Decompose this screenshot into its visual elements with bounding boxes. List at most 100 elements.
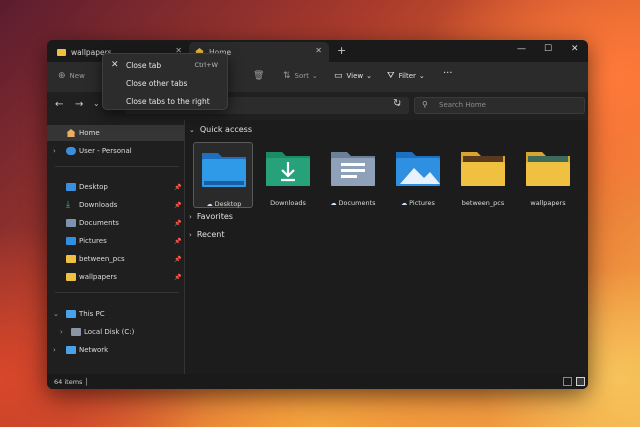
cloud-icon xyxy=(66,147,76,155)
close-icon[interactable]: ✕ xyxy=(315,46,322,55)
tile-label: between_pcs xyxy=(461,199,505,207)
tile-downloads[interactable]: Downloads xyxy=(258,142,318,208)
folder-icon xyxy=(461,152,505,186)
documents-folder-icon xyxy=(331,152,375,186)
chevron-right-icon[interactable]: › xyxy=(53,147,56,155)
new-button-label: New xyxy=(69,72,85,80)
tile-label: Pictures xyxy=(409,199,435,207)
search-placeholder: Search Home xyxy=(439,101,486,109)
sidebar-item-documents[interactable]: Documents 📌 xyxy=(47,215,184,231)
sidebar-item-wallpapers[interactable]: wallpapers 📌 xyxy=(47,269,184,285)
sidebar-item-downloads[interactable]: ⤓ Downloads 📌 xyxy=(47,197,184,213)
new-button[interactable]: ⊕ New xyxy=(58,71,85,81)
section-title: Favorites xyxy=(196,212,233,221)
sort-icon: ⇅ xyxy=(283,71,291,81)
more-icon: ··· xyxy=(443,68,453,79)
refresh-icon[interactable]: ↻ xyxy=(393,98,401,109)
close-icon[interactable]: ✕ xyxy=(571,44,579,54)
tiles-view-icon[interactable] xyxy=(576,377,585,386)
disk-icon xyxy=(71,328,81,336)
sort-button[interactable]: ⇅ Sort ⌄ xyxy=(283,71,318,81)
downloads-folder-icon xyxy=(266,152,310,186)
desktop-folder-icon xyxy=(66,183,76,191)
recent-header[interactable]: › Recent xyxy=(189,230,224,239)
tile-documents[interactable]: ☁ Documents xyxy=(323,142,383,208)
chevron-down-icon[interactable]: ⌄ xyxy=(53,310,59,318)
sidebar-item-between-pcs[interactable]: between_pcs 📌 xyxy=(47,251,184,267)
pin-icon[interactable]: 📌 xyxy=(174,274,181,281)
pin-icon[interactable]: 📌 xyxy=(174,184,181,191)
section-title: Recent xyxy=(196,230,225,239)
pin-icon[interactable]: 📌 xyxy=(174,202,181,209)
maximize-icon[interactable]: ☐ xyxy=(544,44,552,54)
item-count-text: 64 items xyxy=(54,378,83,386)
view-button[interactable]: ▭ View ⌄ xyxy=(334,71,372,81)
sidebar-item-label: User - Personal xyxy=(79,147,132,155)
tile-label: Desktop xyxy=(214,200,242,208)
sidebar-item-label: Downloads xyxy=(79,201,118,209)
pin-icon[interactable]: 📌 xyxy=(174,238,181,245)
chevron-right-icon[interactable]: › xyxy=(53,346,56,354)
sidebar-item-user-personal[interactable]: › User - Personal xyxy=(47,143,184,159)
cloud-icon: ☁ xyxy=(330,200,337,207)
menu-item-label: Close tabs to the right xyxy=(126,96,210,106)
tile-desktop[interactable]: ☁ Desktop xyxy=(193,142,253,208)
minimize-icon[interactable]: — xyxy=(517,44,526,54)
cloud-icon: ☁ xyxy=(401,200,408,207)
chevron-down-icon: ⌄ xyxy=(189,125,195,134)
sidebar-item-desktop[interactable]: Desktop 📌 xyxy=(47,179,184,195)
sidebar-item-local-disk[interactable]: › Local Disk (C:) xyxy=(47,324,184,340)
chevron-down-icon: ⌄ xyxy=(366,72,373,80)
chevron-down-icon: ⌄ xyxy=(311,72,318,80)
chevron-right-icon[interactable]: › xyxy=(60,328,63,336)
desktop-folder-icon xyxy=(202,153,246,187)
close-icon: ✕ xyxy=(111,60,119,70)
back-arrow-icon[interactable]: ← xyxy=(55,99,63,110)
tile-between-pcs[interactable]: between_pcs xyxy=(453,142,513,208)
recent-dropdown-icon[interactable]: ⌄ xyxy=(93,99,100,108)
sidebar-item-pictures[interactable]: Pictures 📌 xyxy=(47,233,184,249)
sidebar-item-label: Network xyxy=(79,346,109,354)
cloud-icon: ☁ xyxy=(206,201,213,208)
chevron-down-icon: ⌄ xyxy=(418,72,425,80)
filter-button[interactable]: ⛛ Filter ⌄ xyxy=(387,71,425,81)
pin-icon[interactable]: 📌 xyxy=(174,256,181,263)
item-count: 64 items │ xyxy=(54,378,89,386)
favorites-header[interactable]: › Favorites xyxy=(189,212,233,221)
quick-access-header[interactable]: ⌄ Quick access xyxy=(189,125,252,134)
details-view-icon[interactable] xyxy=(563,377,572,386)
more-button[interactable]: ··· xyxy=(443,68,453,79)
plus-icon[interactable]: + xyxy=(337,44,346,57)
menu-item-close-tabs-right[interactable]: Close tabs to the right xyxy=(103,92,227,110)
tile-pictures[interactable]: ☁ Pictures xyxy=(388,142,448,208)
folder-icon xyxy=(526,152,570,186)
sidebar-item-network[interactable]: › Network xyxy=(47,342,184,358)
search-icon: ⚲ xyxy=(422,100,428,109)
sidebar-item-label: Home xyxy=(79,129,100,137)
search-input[interactable]: ⚲ Search Home xyxy=(414,97,585,114)
delete-button[interactable]: 🗑 xyxy=(253,71,268,81)
plus-circle-icon: ⊕ xyxy=(58,71,66,81)
sidebar-item-label: Desktop xyxy=(79,183,108,191)
menu-item-close-tab[interactable]: ✕ Close tab Ctrl+W xyxy=(103,56,227,74)
menu-item-shortcut: Ctrl+W xyxy=(194,61,218,69)
folder-icon xyxy=(57,48,66,56)
sidebar-item-label: Local Disk (C:) xyxy=(84,328,135,336)
view-icon: ▭ xyxy=(334,71,343,81)
sidebar-item-this-pc[interactable]: ⌄ This PC xyxy=(47,306,184,322)
documents-icon xyxy=(66,219,76,227)
pin-icon[interactable]: 📌 xyxy=(174,220,181,227)
content-pane: ⌄ Quick access ☁ Desktop Downloads ☁ Doc… xyxy=(185,120,588,374)
menu-item-close-other-tabs[interactable]: Close other tabs xyxy=(103,74,227,92)
tile-label: Documents xyxy=(338,199,376,207)
download-icon: ⤓ xyxy=(66,200,70,210)
navigation-pane: Home › User - Personal Desktop 📌 ⤓ Downl… xyxy=(47,120,184,374)
menu-item-label: Close tab xyxy=(126,60,162,70)
pictures-folder-icon xyxy=(396,152,440,186)
divider xyxy=(55,292,179,293)
tile-label: wallpapers xyxy=(530,199,566,207)
sidebar-item-home[interactable]: Home xyxy=(47,125,184,141)
folder-icon xyxy=(66,273,76,281)
tile-wallpapers[interactable]: wallpapers xyxy=(518,142,578,208)
forward-arrow-icon[interactable]: → xyxy=(75,99,83,110)
